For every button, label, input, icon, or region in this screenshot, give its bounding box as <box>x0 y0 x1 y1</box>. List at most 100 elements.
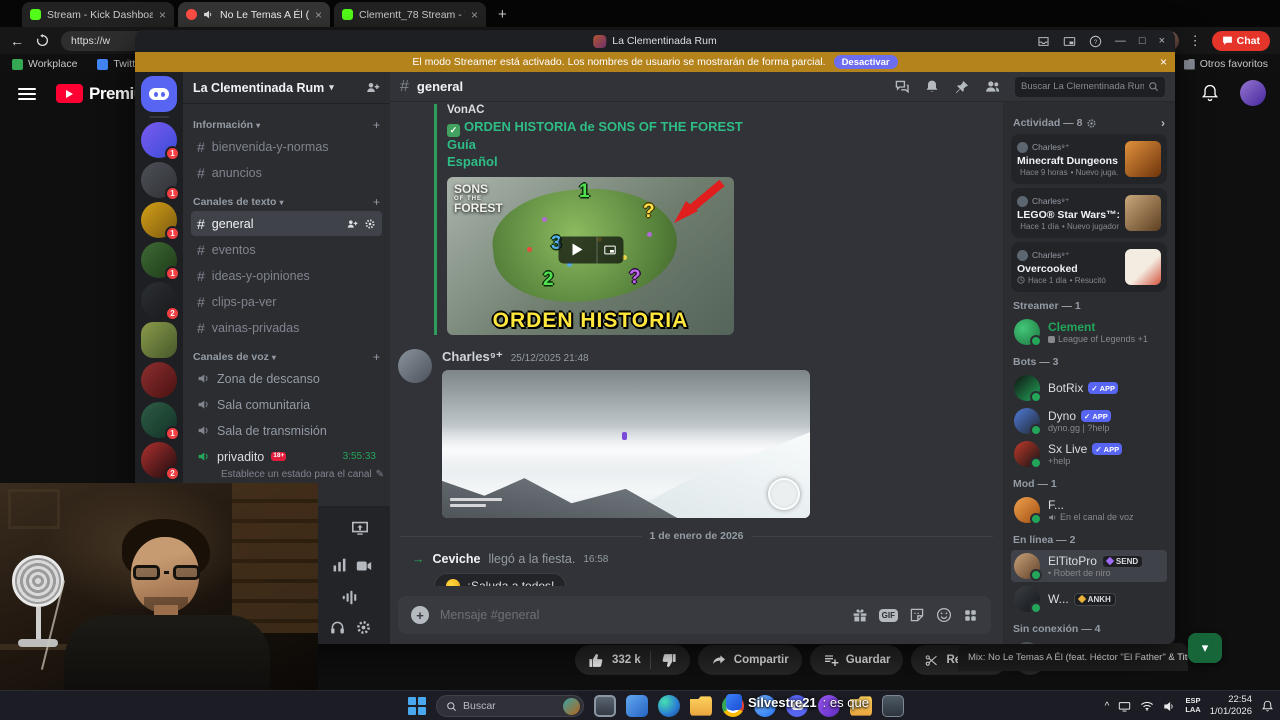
invite-icon[interactable] <box>346 218 358 230</box>
member-row-clement[interactable]: Clement League of Legends +1 <box>1011 316 1167 348</box>
banner-close-icon[interactable]: × <box>1160 55 1167 69</box>
bookmark-workplace[interactable]: Workplace <box>12 58 77 70</box>
search-highlight-image[interactable] <box>563 697 580 715</box>
camera-icon[interactable] <box>355 557 373 575</box>
soundboard-icon[interactable] <box>341 589 358 606</box>
search-input[interactable]: Buscar La Clementinada Rum <box>1015 76 1165 97</box>
gif-icon[interactable]: GIF <box>878 608 898 622</box>
new-tab-button[interactable]: + <box>498 6 507 23</box>
server-button[interactable]: 1 <box>141 202 180 241</box>
pinned-messages-icon[interactable] <box>954 79 970 95</box>
voice-channel-comunitaria[interactable]: Sala comunitaria <box>191 392 382 417</box>
channel-ideas[interactable]: # ideas-y-opiniones <box>191 263 382 288</box>
activity-card[interactable]: Charles⁹⁺ LEGO® Star Wars™: The Sk... Ha… <box>1011 188 1167 238</box>
member-row-dyno[interactable]: Dyno ✓ APP dyno.gg | ?help <box>1011 405 1167 437</box>
browser-menu-icon[interactable]: ⋮ <box>1189 33 1202 49</box>
screen-share-icon[interactable] <box>351 519 369 537</box>
browser-tab-kick-stream[interactable]: Clementt_78 Stream - Watch Live × <box>334 2 486 27</box>
reload-icon[interactable] <box>36 34 49 47</box>
add-channel-icon[interactable]: + <box>373 350 380 364</box>
member-row-w[interactable]: W... ANKH <box>1011 583 1167 615</box>
task-view-button[interactable] <box>594 695 616 717</box>
edge-icon[interactable] <box>658 695 680 717</box>
message-input[interactable] <box>440 608 841 622</box>
apps-icon[interactable] <box>963 608 978 623</box>
inbox-icon[interactable] <box>1037 35 1050 48</box>
message-author[interactable]: Charles⁹⁺ <box>442 349 503 365</box>
attach-plus-icon[interactable]: + <box>411 606 429 624</box>
save-button[interactable]: Guardar <box>809 645 904 675</box>
activity-card[interactable]: Charles⁹⁺ Overcooked Hace 1 día • Resucit… <box>1011 242 1167 292</box>
notifications-bell-icon[interactable] <box>1261 700 1274 713</box>
back-icon[interactable]: ← <box>10 33 24 49</box>
browser-tab-youtube-music[interactable]: No Le Temas A Él (feat. Héctor × <box>178 2 330 27</box>
help-icon[interactable]: ? <box>1089 35 1102 48</box>
clock[interactable]: 22:54 1/01/2026 <box>1210 694 1252 718</box>
member-row-eltitopro[interactable]: ElTitoPro SEND • Robert de niro <box>1011 550 1167 582</box>
server-button[interactable]: 2 <box>141 442 180 481</box>
display-tray-icon[interactable] <box>1118 700 1131 713</box>
invite-people-icon[interactable] <box>365 80 380 95</box>
server-button[interactable]: 1 <box>141 122 180 161</box>
activity-bars-icon[interactable] <box>331 557 348 574</box>
channel-anuncios[interactable]: # anuncios <box>191 160 382 185</box>
menu-icon[interactable] <box>18 85 36 103</box>
say-hi-button[interactable]: ¡Saluda a todos! <box>434 573 567 586</box>
browser-tab-kick-dashboard[interactable]: Stream - Kick Dashboard × <box>22 2 174 27</box>
youtube-avatar[interactable] <box>1240 80 1266 106</box>
add-channel-icon[interactable]: + <box>373 118 380 132</box>
server-button[interactable]: 1 <box>141 242 180 281</box>
wifi-icon[interactable] <box>1140 700 1154 712</box>
channel-bienvenida[interactable]: # bienvenida-y-normas <box>191 134 382 159</box>
chat-extension-button[interactable]: Chat <box>1211 30 1270 51</box>
member-row-offline[interactable] <box>1011 639 1167 644</box>
image-attachment[interactable] <box>442 370 810 519</box>
tab-close-icon[interactable]: × <box>159 8 166 22</box>
headset-icon[interactable] <box>329 619 346 636</box>
tab-close-icon[interactable]: × <box>315 8 322 22</box>
calculator-icon[interactable] <box>882 695 904 717</box>
activity-card[interactable]: Charles⁹⁺ Minecraft Dungeons Hace 9 hora… <box>1011 134 1167 184</box>
tab-close-icon[interactable]: × <box>471 8 478 22</box>
member-row-f[interactable]: F... En el canal de voz <box>1011 494 1167 526</box>
settings-gear-icon[interactable] <box>355 619 372 636</box>
widgets-button[interactable] <box>626 695 648 717</box>
voice-channel-descanso[interactable]: Zona de descanso <box>191 366 382 391</box>
taskbar-search[interactable] <box>436 695 584 717</box>
mix-collapse-button[interactable]: ▾ <box>1188 633 1222 663</box>
channel-general[interactable]: # general <box>191 211 382 236</box>
server-header[interactable]: La Clementinada Rum ▾ <box>183 72 390 104</box>
category-informacion[interactable]: Información ▾ + <box>193 118 380 132</box>
avatar[interactable] <box>398 349 432 384</box>
mix-playlist-bar[interactable]: Mix: No Le Temas A Él (feat. Héctor "El … <box>958 643 1188 671</box>
like-dislike-pill[interactable]: 332 k <box>575 645 690 675</box>
notifications-bell-icon[interactable] <box>924 79 940 95</box>
taskbar-search-input[interactable] <box>463 700 557 712</box>
channel-clips[interactable]: # clips-pa-ver <box>191 289 382 314</box>
sticker-icon[interactable] <box>909 607 925 623</box>
member-list-icon[interactable] <box>984 78 1001 95</box>
add-channel-icon[interactable]: + <box>373 195 380 209</box>
pip-button[interactable] <box>596 236 623 264</box>
server-button[interactable]: 2 <box>141 282 180 321</box>
disable-streamer-mode-button[interactable]: Desactivar <box>833 55 898 69</box>
server-button[interactable]: 1 <box>141 162 180 201</box>
activity-header[interactable]: Actividad — 8 › <box>1013 116 1165 130</box>
other-favorites-folder[interactable]: Otros favoritos <box>1183 58 1268 70</box>
voice-channel-transmision[interactable]: Sala de transmisión <box>191 418 382 443</box>
embed-title-link[interactable]: ✓ ORDEN HISTORIA de SONS OF THE FOREST Gu… <box>447 119 747 171</box>
chevron-right-icon[interactable]: › <box>1161 116 1165 130</box>
category-canales-voz[interactable]: Canales de voz ▾ + <box>193 350 380 364</box>
play-button[interactable] <box>558 236 596 264</box>
server-button[interactable]: 1 <box>141 402 180 441</box>
share-button[interactable]: Compartir <box>697 645 802 675</box>
pip-icon[interactable] <box>1063 35 1076 48</box>
voice-channel-privadito[interactable]: privadito 18+ 3:55:33 <box>191 444 382 469</box>
file-explorer-icon[interactable] <box>690 696 712 716</box>
member-row-sxlive[interactable]: Sx Live ✓ APP +help <box>1011 438 1167 470</box>
video-thumbnail[interactable]: 1 3 2 ? ? SONS OF THE FOREST ORDEN HISTO… <box>447 177 734 336</box>
hidden-icons-chevron[interactable]: ^ <box>1105 701 1110 712</box>
start-button[interactable] <box>408 697 426 715</box>
channel-settings-gear-icon[interactable] <box>364 218 376 230</box>
volume-icon[interactable] <box>1163 700 1176 713</box>
